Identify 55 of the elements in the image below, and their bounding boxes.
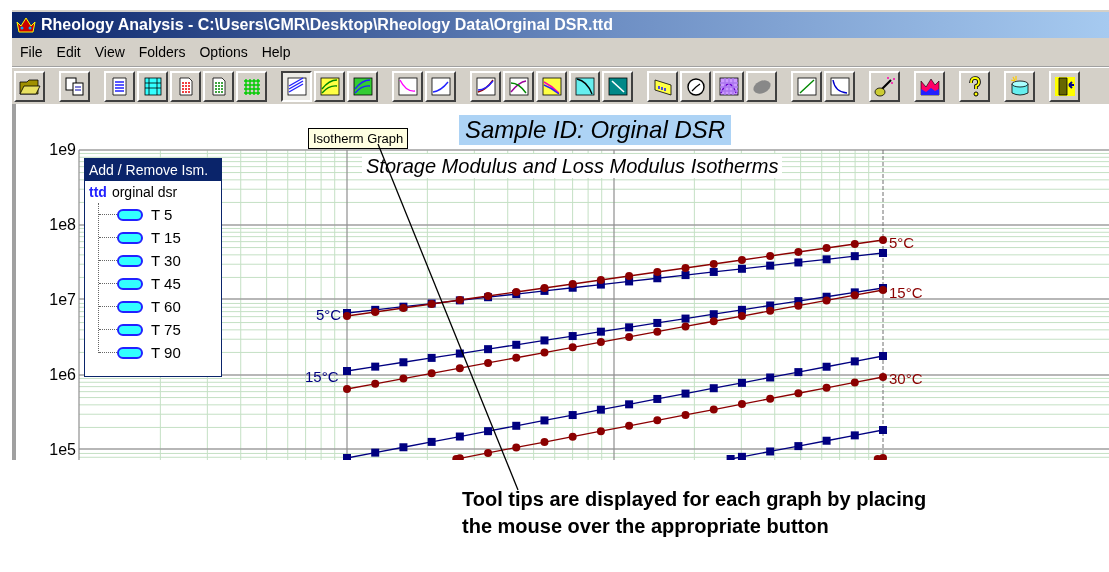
- legend-title: Add / Remove Ism.: [85, 159, 221, 181]
- curve-label: 15°C: [305, 368, 339, 384]
- toggle-icon[interactable]: [117, 254, 143, 267]
- series-label[interactable]: T 90: [151, 344, 181, 361]
- series-label[interactable]: T 60: [151, 298, 181, 315]
- graph-icon: [539, 74, 564, 98]
- annotation-text: Tool tips are displayed for each graph by placing the mouse over the appropriate button: [462, 487, 928, 539]
- graph-icon: [395, 74, 420, 98]
- curve-label: 5°C: [889, 234, 915, 250]
- graph-icon: [827, 74, 852, 98]
- graph-icon: [317, 74, 342, 98]
- graph-icon: [350, 74, 375, 98]
- copy-icon: [62, 74, 87, 98]
- toolbar-button[interactable]: [281, 70, 312, 102]
- toggle-icon[interactable]: [117, 231, 143, 244]
- axis-tick-label: 1e5: [48, 442, 76, 458]
- toggle-icon[interactable]: [117, 277, 143, 290]
- wand-icon: [872, 74, 897, 98]
- menu-item[interactable]: View: [88, 42, 131, 62]
- curve-label: 15°C: [889, 284, 923, 300]
- graph-icon: [506, 74, 531, 98]
- file-name: orginal dsr: [111, 184, 178, 200]
- series-label[interactable]: T 45: [151, 275, 181, 292]
- menu-item[interactable]: Edit: [50, 42, 87, 62]
- graph-icon: [473, 74, 498, 98]
- axis-tick-label: 1e7: [48, 292, 76, 308]
- series-label[interactable]: T 30: [151, 252, 181, 269]
- diagonal-icon: [605, 74, 630, 98]
- exit-icon: [1052, 74, 1077, 98]
- graph-icon: [428, 74, 453, 98]
- axis-tick-label: 1e6: [48, 367, 76, 383]
- axis-tick-label: 1e9: [48, 142, 76, 158]
- toggle-icon[interactable]: [117, 208, 143, 221]
- app-icon: [15, 16, 37, 34]
- toggle-icon[interactable]: [117, 300, 143, 313]
- graph-icon: [716, 74, 741, 98]
- menu-item[interactable]: Options: [193, 42, 254, 62]
- tooltip: Isotherm Graph: [308, 128, 409, 149]
- curve-label: 5°C: [316, 306, 342, 322]
- toggle-icon[interactable]: [117, 346, 143, 359]
- curve-label: 30°C: [889, 370, 923, 386]
- graph-icon: [284, 74, 309, 98]
- graph-icon: [572, 74, 597, 98]
- chart-title: Sample ID: Orginal DSR: [459, 115, 732, 145]
- menu-item[interactable]: File: [14, 42, 49, 62]
- series-label[interactable]: T 15: [151, 229, 181, 246]
- file-tag: ttd: [89, 184, 107, 200]
- axis-tick-label: 1e8: [48, 217, 76, 233]
- toggle-icon[interactable]: [117, 323, 143, 336]
- series-label[interactable]: T 5: [151, 206, 173, 223]
- menu-item[interactable]: Help: [255, 42, 297, 62]
- menu-item[interactable]: Folders: [132, 42, 192, 62]
- window-title: Rheology Analysis - C:\Users\GMR\Desktop\Rheology Data\Orginal DSR.ttd: [41, 16, 613, 34]
- graph-icon: [794, 74, 819, 98]
- series-label[interactable]: T 75: [151, 321, 181, 338]
